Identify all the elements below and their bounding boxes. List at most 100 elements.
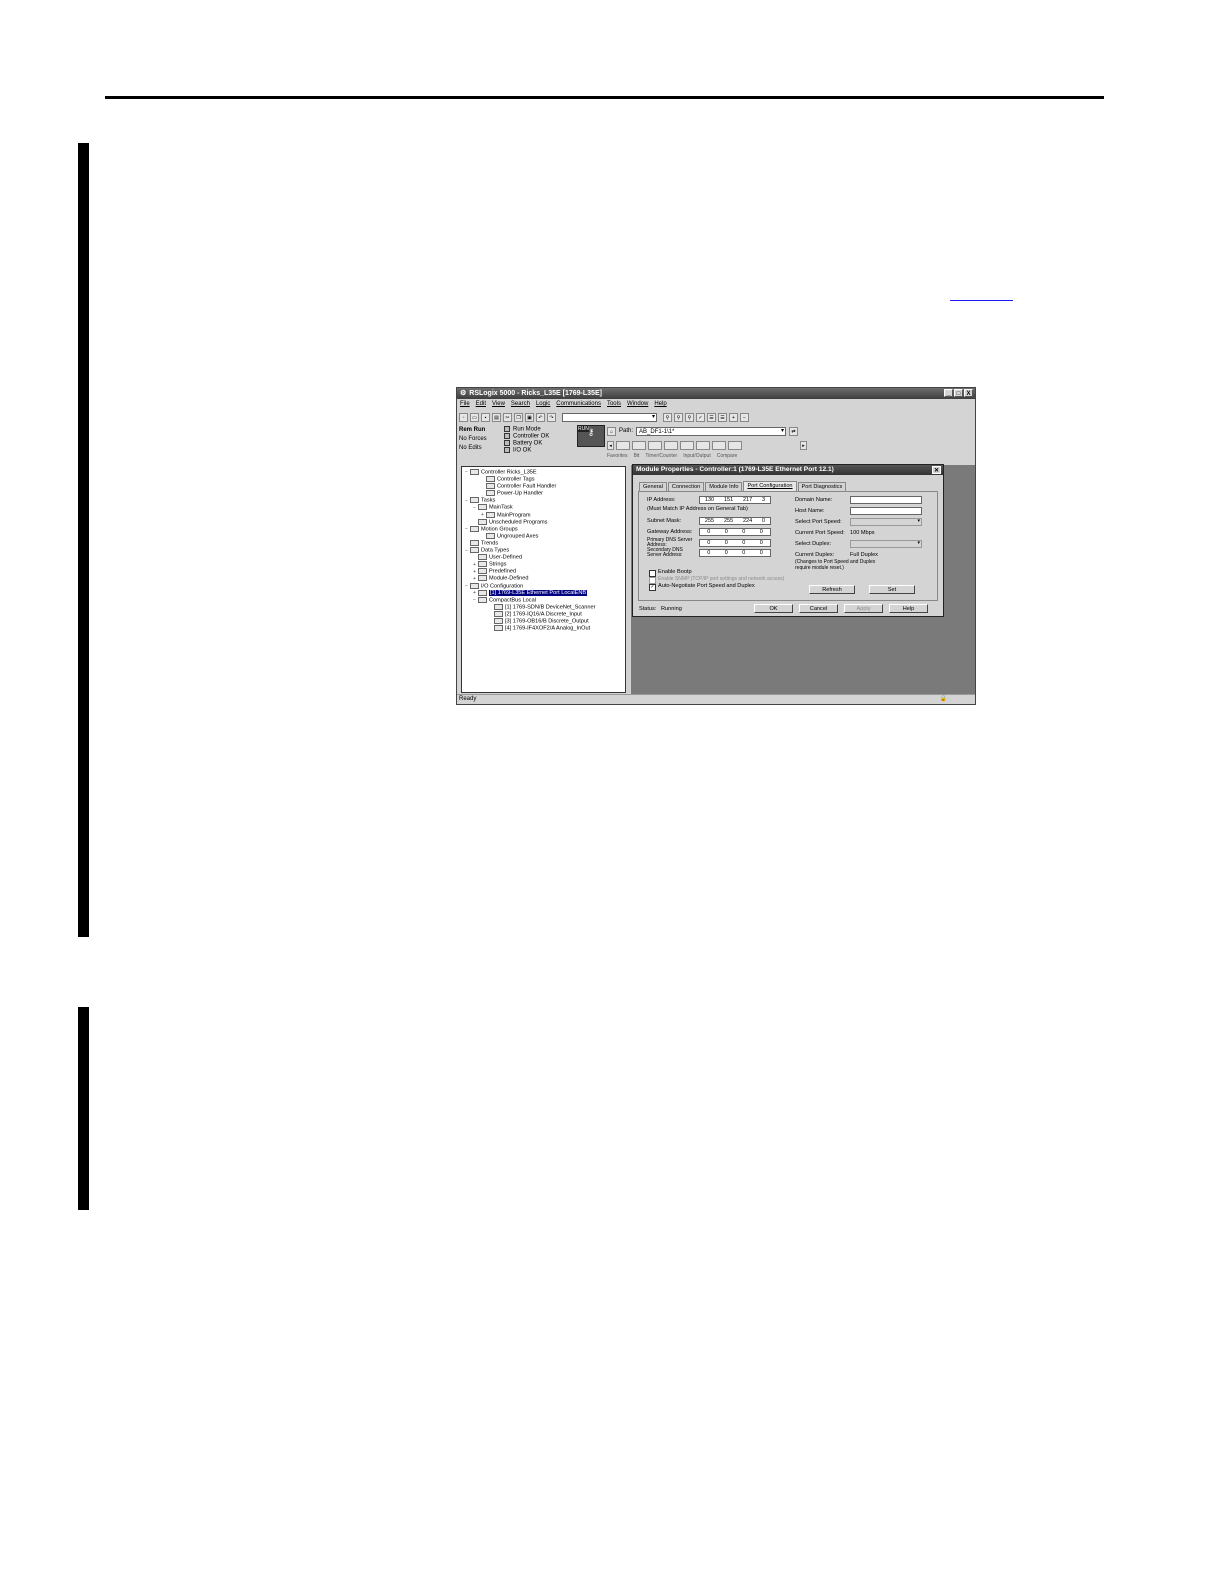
tab-favorites[interactable]: Favorites xyxy=(607,452,628,460)
host-name-field[interactable] xyxy=(850,507,922,515)
refresh-button[interactable]: Refresh xyxy=(809,585,855,594)
tab-connection[interactable]: Connection xyxy=(667,482,705,491)
auto-negotiate-checkbox[interactable]: ✓ xyxy=(649,584,656,591)
tree-item-label: Controller Ricks_L35E xyxy=(481,469,537,476)
ote-icon[interactable] xyxy=(696,440,710,450)
find-next-icon[interactable]: ⚲ xyxy=(674,412,683,422)
open-folder-icon[interactable]: ▭ xyxy=(470,412,479,422)
tab-port-configuration[interactable]: Port Configuration xyxy=(743,481,797,491)
tree-item[interactable]: [2] 1769-IQ16/A Discrete_Input xyxy=(465,610,625,618)
maximize-button[interactable]: □ xyxy=(954,389,963,397)
primary-dns-field[interactable]: 0 0 0 0 xyxy=(699,539,771,547)
tab-input-output[interactable]: Input/Output xyxy=(683,452,711,460)
tree-item[interactable]: + [1] 1769-L35E Ethernet Port LocalENB xyxy=(465,589,625,597)
menu-window[interactable]: Window xyxy=(627,400,648,409)
rung-icon[interactable] xyxy=(616,440,630,450)
tree-item[interactable]: + Predefined xyxy=(465,568,625,575)
menu-view[interactable]: View xyxy=(492,400,505,409)
path-combo[interactable]: AB_DF1-1\1* xyxy=(636,426,787,436)
verify-icon[interactable]: ✓ xyxy=(696,412,705,422)
apply-button[interactable]: Apply xyxy=(844,604,883,613)
set-button[interactable]: Set xyxy=(869,585,915,594)
duplex-select[interactable]: ▾ xyxy=(850,540,922,548)
xio-icon[interactable] xyxy=(680,440,694,450)
branch-level-icon[interactable] xyxy=(648,440,662,450)
ip-octet-1: 130 xyxy=(704,497,715,503)
tab-bit[interactable]: Bit xyxy=(634,452,640,460)
menu-help[interactable]: Help xyxy=(654,400,666,409)
find-icon[interactable]: ⚲ xyxy=(663,412,672,422)
find-all-icon[interactable]: ⚲ xyxy=(685,412,694,422)
go-online-icon[interactable]: ⇄ xyxy=(789,426,799,436)
scroll-right-icon[interactable]: ▸ xyxy=(800,440,807,450)
cut-icon[interactable]: ✂ xyxy=(503,412,512,422)
properties-icon[interactable]: ☰ xyxy=(707,412,716,422)
tree-item[interactable]: Trends xyxy=(465,539,625,547)
tree-item[interactable]: − Tasks xyxy=(465,497,625,504)
minimize-button[interactable]: _ xyxy=(944,389,953,397)
ip-address-field[interactable]: 130 151 217 3 xyxy=(699,496,771,504)
ok-button[interactable]: OK xyxy=(754,604,793,613)
enable-bootp-checkbox[interactable] xyxy=(649,570,656,577)
tree-item[interactable]: Power-Up Handler xyxy=(465,490,625,497)
branch-icon[interactable] xyxy=(632,440,646,450)
tree-item[interactable]: Ungrouped Axes xyxy=(465,532,625,540)
subnet-mask-field[interactable]: 255 255 224 0 xyxy=(699,517,771,525)
dialog-close-icon[interactable]: ✕ xyxy=(932,466,941,474)
help-button[interactable]: Help xyxy=(889,604,928,613)
zoom-in-icon[interactable]: + xyxy=(729,412,738,422)
domain-name-field[interactable] xyxy=(850,496,922,504)
save-icon[interactable]: ▪ xyxy=(481,412,490,422)
tree-item[interactable]: Unscheduled Programs xyxy=(465,518,625,526)
tab-port-diagnostics[interactable]: Port Diagnostics xyxy=(797,482,847,491)
menu-file[interactable]: File xyxy=(460,400,470,409)
tree-item[interactable]: + MainProgram xyxy=(465,511,625,519)
menu-logic[interactable]: Logic xyxy=(536,400,550,409)
otu-icon[interactable] xyxy=(728,440,742,450)
tree-item[interactable]: [3] 1769-OB16/B Discrete_Output xyxy=(465,617,625,625)
menu-tools[interactable]: Tools xyxy=(607,400,621,409)
tab-timer-counter[interactable]: Timer/Counter xyxy=(645,452,677,460)
vertical-scrollbar[interactable] xyxy=(627,466,630,693)
network-icon[interactable]: ⌂ xyxy=(607,426,616,436)
menu-communications[interactable]: Communications xyxy=(556,400,601,409)
secondary-dns-field[interactable]: 0 0 0 0 xyxy=(699,549,771,557)
tree-item[interactable]: − I/O Configuration xyxy=(465,582,625,590)
disabled-option-checkbox[interactable] xyxy=(649,577,656,584)
tree-item[interactable]: − MainTask xyxy=(465,504,625,511)
cancel-button[interactable]: Cancel xyxy=(799,604,838,613)
tree-item[interactable]: [4] 1769-IF4XOF2/A Analog_InOut xyxy=(465,625,625,632)
tree-item[interactable]: [1] 1769-SDN/B DeviceNet_Scanner xyxy=(465,603,625,611)
tab-general[interactable]: General xyxy=(639,482,667,491)
tree-item[interactable]: User-Defined xyxy=(465,554,625,561)
folder-icon xyxy=(470,469,479,475)
gateway-address-field[interactable]: 0 0 0 0 xyxy=(699,528,771,536)
tree-item[interactable]: − Controller Ricks_L35E xyxy=(465,469,625,476)
paste-icon[interactable]: ▣ xyxy=(525,412,534,422)
scroll-left-icon[interactable]: ◂ xyxy=(607,440,614,450)
tree-item[interactable]: − Motion Groups xyxy=(465,525,625,533)
tree-item[interactable]: − CompactBus Local xyxy=(465,596,625,604)
xic-icon[interactable] xyxy=(664,440,678,450)
zoom-out-icon[interactable]: − xyxy=(740,412,749,422)
print-icon[interactable]: ▤ xyxy=(492,412,501,422)
tree-item[interactable]: − Data Types xyxy=(465,547,625,554)
menu-edit[interactable]: Edit xyxy=(476,400,486,409)
tab-compare[interactable]: Compare xyxy=(717,452,738,460)
hyperlink-underline[interactable] xyxy=(950,300,1013,301)
tab-module-info[interactable]: Module Info xyxy=(705,482,743,491)
copy-icon[interactable]: ❐ xyxy=(514,412,523,422)
search-combo[interactable] xyxy=(562,412,657,422)
browse-icon[interactable]: ☰ xyxy=(718,412,727,422)
tree-item[interactable]: + Strings xyxy=(465,561,625,568)
new-file-icon[interactable]: ▫ xyxy=(459,412,468,422)
close-button[interactable]: X xyxy=(964,389,973,397)
tree-item[interactable]: + Module-Defined xyxy=(465,575,625,582)
tree-item[interactable]: Controller Fault Handler xyxy=(465,483,625,490)
redo-icon[interactable]: ↷ xyxy=(547,412,556,422)
undo-icon[interactable]: ↶ xyxy=(536,412,545,422)
port-speed-select[interactable]: ▾ xyxy=(850,518,922,526)
otl-icon[interactable] xyxy=(712,440,726,450)
tree-item[interactable]: Controller Tags xyxy=(465,476,625,483)
menu-search[interactable]: Search xyxy=(511,400,530,409)
